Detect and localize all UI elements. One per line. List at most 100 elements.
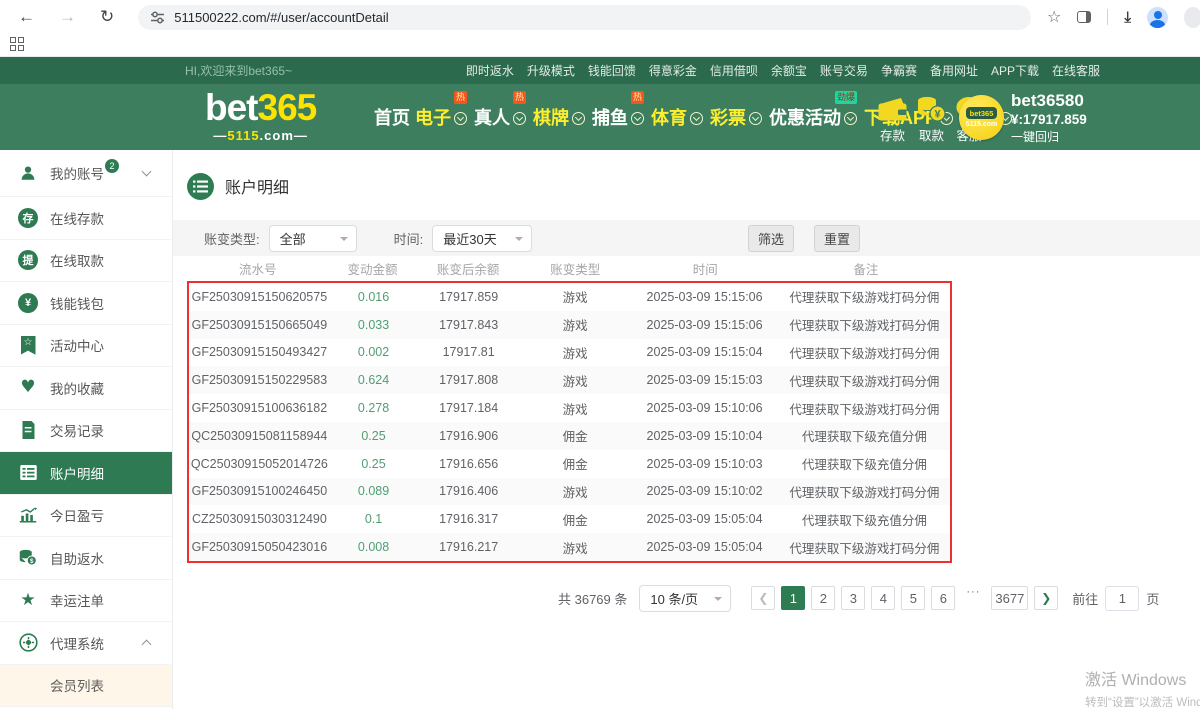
cell-amount: 0.002 [330,345,418,359]
sidebar-item-agent-system[interactable]: 代理系统 [0,622,172,665]
nav-item-promo[interactable]: 劲爆优惠活动 [769,104,859,130]
nav-item-slots[interactable]: 热电子 [415,104,469,130]
sidebar-item-lucky[interactable]: ★幸运注单 [0,580,172,623]
topbar-link[interactable]: 在线客服 [1052,62,1100,79]
one-key-return[interactable]: 一键回归 [1011,129,1087,146]
bookmark-star-icon[interactable]: ☆ [1047,7,1061,27]
cell-time: 2025-03-09 15:15:03 [630,373,778,387]
table-row[interactable]: QC250309150811589440.2517916.906佣金2025-0… [189,422,950,450]
sidebar-item-rebate[interactable]: $自助返水 [0,537,172,580]
sidebar-item-member-list[interactable]: 会员列表 [0,665,172,708]
column-header: 备注 [780,259,952,278]
main-content: 账户明细 账变类型: 全部 时间: 最近30天 筛选 重置 流水号变动金额账变后… [173,150,1200,709]
profile-avatar[interactable] [1147,7,1168,28]
topbar-link[interactable]: 即时返水 [466,62,514,79]
back-icon[interactable]: ← [18,7,35,27]
pager-page-5[interactable]: 5 [901,586,925,610]
time-filter-select[interactable]: 最近30天 [432,225,532,252]
next-page-icon[interactable]: ❯ [1034,586,1058,610]
pager-ellipsis[interactable]: ··· [961,586,985,610]
table-row[interactable]: GF250309151506205750.01617917.859游戏2025-… [189,283,950,311]
cell-amount: 0.008 [330,540,418,554]
table-row[interactable]: GF250309151502295830.62417917.808游戏2025-… [189,366,950,394]
pager-page-3677[interactable]: 3677 [991,586,1028,610]
topbar-link[interactable]: 钱能回馈 [588,62,636,79]
nav-label: 体育 [651,104,687,130]
sidebar-item-today-pl[interactable]: 今日盈亏 [0,495,172,538]
nav-item-sports[interactable]: 体育 [651,104,705,130]
chevron-up-icon [142,640,152,650]
nav-item-lottery[interactable]: 彩票 [710,104,764,130]
site-logo[interactable]: bet365 —5115.com— [205,89,316,142]
sidebar-item-wallet[interactable]: ¥钱能钱包 [0,282,172,325]
goto-label: 前往 [1072,589,1098,608]
type-filter-select[interactable]: 全部 [269,225,357,252]
forward-icon[interactable]: → [59,7,76,27]
table-row[interactable]: GF250309151504934270.00217917.81游戏2025-0… [189,339,950,367]
sidebar-item-activity[interactable]: ☆活动中心 [0,325,172,368]
nav-label: 彩票 [710,104,746,130]
table-row[interactable]: GF250309151506650490.03317917.843游戏2025-… [189,311,950,339]
cell-type: 游戏 [520,343,630,362]
topbar-link[interactable]: 得意彩金 [649,62,697,79]
sidebar-item-label: 会员列表 [50,675,104,695]
pager-page-6[interactable]: 6 [931,586,955,610]
quick-deposit[interactable]: 存款 [877,95,908,144]
per-page-select[interactable]: 10 条/页 [639,585,731,612]
topbar-link[interactable]: 余额宝 [771,62,807,79]
nav-item-fishing[interactable]: 热捕鱼 [592,104,646,130]
welcome-text: HI,欢迎来到bet365~ [185,62,292,79]
cell-balance: 17917.184 [417,401,520,415]
goto-page-input[interactable] [1105,586,1139,611]
sidebar-item-my-account[interactable]: 我的账号2 [0,150,172,197]
cell-remark: 代理获取下级游戏打码分佣 [779,287,950,306]
side-panel-icon[interactable] [1077,11,1091,23]
address-bar[interactable]: 511500222.com/#/user/accountDetail [138,5,1031,30]
table-row[interactable]: QC250309150520147260.2517916.656佣金2025-0… [189,450,950,478]
cell-serial: GF25030915100636182 [189,401,330,415]
svg-text:$: $ [30,558,34,565]
cell-amount: 0.278 [330,401,418,415]
topbar-link[interactable]: 账号交易 [820,62,868,79]
cell-remark: 代理获取下级游戏打码分佣 [779,343,950,362]
reload-icon[interactable]: ↻ [100,7,114,27]
quick-withdraw[interactable]: ¥取款 [917,95,946,144]
nav-item-home[interactable]: 首页 [374,104,410,130]
pager-page-3[interactable]: 3 [841,586,865,610]
table-row[interactable]: GF250309151006361820.27817917.184游戏2025-… [189,394,950,422]
pager-page-1[interactable]: 1 [781,586,805,610]
prev-page-icon[interactable]: ❮ [751,586,775,610]
topbar-link[interactable]: 信用借呗 [710,62,758,79]
nav-item-live[interactable]: 热真人 [474,104,528,130]
bookmarks-row [0,32,1200,56]
sidebar-item-records[interactable]: 交易记录 [0,410,172,453]
pager-page-4[interactable]: 4 [871,586,895,610]
apps-grid-icon[interactable] [10,37,24,51]
sidebar-item-account-detail[interactable]: 账户明细 [0,452,172,495]
topbar-link[interactable]: 升级模式 [527,62,575,79]
reset-button[interactable]: 重置 [814,225,860,252]
deposit-icon: 存 [17,208,39,228]
pager-page-2[interactable]: 2 [811,586,835,610]
nav-item-chess[interactable]: 棋牌 [533,104,587,130]
menu-icon[interactable] [1184,7,1200,28]
sidebar-item-deposit[interactable]: 存在线存款 [0,197,172,240]
sidebar-item-favorites[interactable]: ♥我的收藏 [0,367,172,410]
url-text[interactable]: 511500222.com/#/user/accountDetail [174,10,388,25]
cell-type: 游戏 [520,287,630,306]
chevron-down-icon [142,167,152,177]
download-icon[interactable]: ⤓ [1124,9,1131,26]
table-row[interactable]: GF250309150504230160.00817916.217游戏2025-… [189,533,950,561]
topbar-link[interactable]: 备用网址 [930,62,978,79]
coin-logo: bet365 5115.com [959,95,1004,140]
sidebar-item-label: 交易记录 [50,420,104,440]
topbar-link[interactable]: 争霸赛 [881,62,917,79]
filter-button[interactable]: 筛选 [748,225,794,252]
sidebar-item-withdraw[interactable]: 提在线取款 [0,240,172,283]
table-body: GF250309151506205750.01617917.859游戏2025-… [187,281,952,563]
site-settings-icon[interactable] [150,10,165,25]
cell-balance: 17916.406 [417,484,520,498]
table-row[interactable]: GF250309151002464500.08917916.406游戏2025-… [189,478,950,506]
table-row[interactable]: CZ250309150303124900.117916.317佣金2025-03… [189,505,950,533]
topbar-link[interactable]: APP下载 [991,62,1039,79]
